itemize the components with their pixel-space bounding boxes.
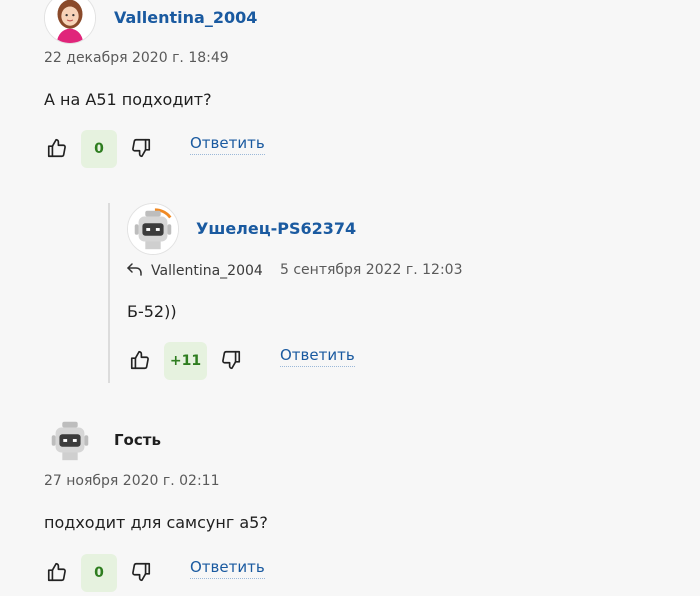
robot-avatar-icon bbox=[128, 204, 178, 254]
comment-author[interactable]: Ушелец-PS62374 bbox=[196, 219, 356, 238]
comment-date: 22 декабря 2020 г. 18:49 bbox=[44, 50, 229, 66]
thumbs-down-icon[interactable] bbox=[218, 347, 244, 373]
reply-button[interactable]: Ответить bbox=[190, 134, 265, 155]
female-avatar-icon bbox=[45, 0, 95, 43]
comment-author[interactable]: Vallentina_2004 bbox=[114, 8, 257, 27]
thumbs-down-icon[interactable] bbox=[128, 135, 154, 161]
comment-text: Б-52)) bbox=[127, 302, 177, 321]
comment-author: Гость bbox=[114, 431, 161, 449]
comment-actions: 0 Ответить bbox=[44, 128, 304, 168]
thumbs-up-icon[interactable] bbox=[127, 347, 153, 373]
thumbs-down-icon[interactable] bbox=[128, 559, 154, 585]
reply-to: Vallentina_2004 bbox=[127, 262, 263, 280]
thumbs-up-icon[interactable] bbox=[44, 559, 70, 585]
avatar[interactable] bbox=[127, 203, 179, 255]
avatar[interactable] bbox=[44, 0, 96, 44]
avatar[interactable] bbox=[44, 414, 96, 466]
vote-score: +11 bbox=[164, 342, 207, 380]
vote-score: 0 bbox=[81, 554, 117, 592]
comment-actions: +11 Ответить bbox=[127, 340, 387, 380]
comment-date: 5 сентября 2022 г. 12:03 bbox=[280, 262, 463, 278]
thumbs-up-icon[interactable] bbox=[44, 135, 70, 161]
robot-avatar-icon bbox=[51, 421, 89, 461]
reply-button[interactable]: Ответить bbox=[190, 558, 265, 579]
reply-to-author[interactable]: Vallentina_2004 bbox=[151, 263, 263, 279]
thread-line bbox=[108, 203, 110, 383]
comment-text: подходит для самсунг а5? bbox=[44, 513, 268, 532]
comment-date: 27 ноября 2020 г. 02:11 bbox=[44, 473, 220, 489]
comment-actions: 0 Ответить bbox=[44, 552, 304, 592]
vote-score: 0 bbox=[81, 130, 117, 168]
reply-arrow-icon bbox=[127, 262, 143, 280]
comment-text: А на А51 подходит? bbox=[44, 90, 212, 109]
reply-button[interactable]: Ответить bbox=[280, 346, 355, 367]
